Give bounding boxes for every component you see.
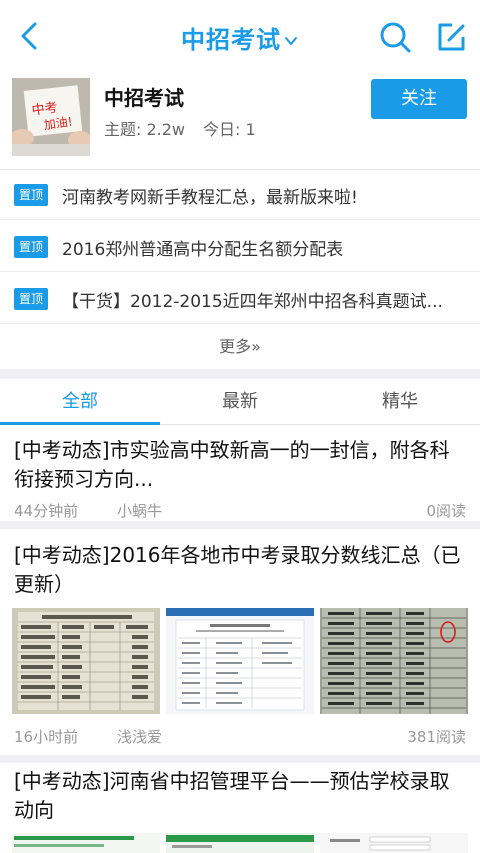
post-image-gallery bbox=[12, 608, 468, 714]
forum-header: 中考 加油! 中招考试 主题: 2.2w 今日: 1 关注 bbox=[0, 66, 480, 170]
active-tab-indicator bbox=[0, 422, 160, 425]
post-image[interactable] bbox=[166, 608, 314, 714]
post-image[interactable] bbox=[166, 833, 314, 853]
platform-screenshot bbox=[320, 833, 468, 853]
post-time: 44分钟前 bbox=[14, 502, 79, 520]
post-time: 16小时前 bbox=[14, 728, 79, 746]
post-item[interactable]: [中考动态]河南省中招管理平台——预估学校录取动向 bbox=[0, 763, 480, 853]
pinned-post[interactable]: 置顶 河南教考网新手教程汇总，最新版来啦! bbox=[0, 170, 480, 220]
pinned-badge: 置顶 bbox=[14, 184, 48, 206]
score-table-photo bbox=[12, 608, 160, 714]
post-read-count: 381阅读 bbox=[407, 728, 466, 746]
post-item[interactable]: [中考动态]市实验高中致新高一的一封信，附各科衔接预习方向... 44分钟前 小… bbox=[0, 426, 480, 521]
post-image-gallery bbox=[12, 833, 468, 853]
post-meta: 44分钟前 小蜗牛 0阅读 bbox=[14, 500, 466, 521]
post-filter-tabs: 全部 最新 精华 bbox=[0, 379, 480, 425]
nav-title: 中招考试 bbox=[181, 26, 281, 54]
post-item[interactable]: [中考动态]2016年各地市中考录取分数线汇总（已更新） 16小时前 浅浅爱 3… bbox=[0, 529, 480, 755]
section-divider bbox=[0, 369, 480, 379]
compose-icon[interactable] bbox=[434, 20, 468, 54]
chevron-down-icon bbox=[285, 37, 297, 45]
pinned-badge: 置顶 bbox=[14, 288, 48, 310]
pinned-post[interactable]: 置顶 【干货】2012-2015近四年郑州中招各科真题试... bbox=[0, 274, 480, 324]
tab-all[interactable]: 全部 bbox=[0, 379, 160, 425]
nav-bar: 中招考试 bbox=[0, 6, 480, 66]
post-read-count: 0阅读 bbox=[426, 502, 466, 520]
today-count: 今日: 1 bbox=[203, 120, 256, 139]
post-image[interactable] bbox=[320, 608, 468, 714]
platform-screenshot bbox=[166, 833, 314, 853]
pinned-badge: 置顶 bbox=[14, 236, 48, 258]
post-title: [中考动态]2016年各地市中考录取分数线汇总（已更新） bbox=[14, 543, 461, 596]
tab-latest[interactable]: 最新 bbox=[160, 379, 320, 425]
score-notice-screenshot bbox=[166, 608, 314, 714]
pinned-title: 2016郑州普通高中分配生名额分配表 bbox=[62, 240, 344, 260]
forum-thumbnail: 中考 加油! bbox=[12, 78, 90, 156]
post-image[interactable] bbox=[12, 833, 160, 853]
more-button[interactable]: 更多» bbox=[0, 325, 480, 369]
post-title: [中考动态]市实验高中致新高一的一封信，附各科衔接预习方向... bbox=[14, 438, 450, 491]
tab-featured[interactable]: 精华 bbox=[320, 379, 480, 425]
topics-count: 主题: 2.2w bbox=[104, 120, 186, 139]
post-author: 小蜗牛 bbox=[117, 502, 163, 520]
post-meta: 16小时前 浅浅爱 381阅读 bbox=[14, 726, 466, 747]
post-image[interactable] bbox=[320, 833, 468, 853]
post-separator bbox=[0, 521, 480, 529]
search-icon[interactable] bbox=[378, 20, 412, 54]
post-author: 浅浅爱 bbox=[117, 728, 163, 746]
forum-stats: 主题: 2.2w 今日: 1 bbox=[104, 116, 274, 140]
post-separator bbox=[0, 755, 480, 763]
pinned-title: 河南教考网新手教程汇总，最新版来啦! bbox=[62, 188, 358, 208]
platform-screenshot bbox=[12, 833, 160, 853]
forum-thumbnail-image: 中考 加油! bbox=[12, 78, 90, 156]
follow-button[interactable]: 关注 bbox=[371, 79, 467, 119]
pinned-post[interactable]: 置顶 2016郑州普通高中分配生名额分配表 bbox=[0, 222, 480, 272]
post-title: [中考动态]河南省中招管理平台——预估学校录取动向 bbox=[14, 769, 450, 822]
score-sheet-photo bbox=[320, 608, 468, 714]
forum-name: 中招考试 bbox=[104, 86, 184, 110]
post-image[interactable] bbox=[12, 608, 160, 714]
pinned-title: 【干货】2012-2015近四年郑州中招各科真题试... bbox=[62, 292, 443, 312]
